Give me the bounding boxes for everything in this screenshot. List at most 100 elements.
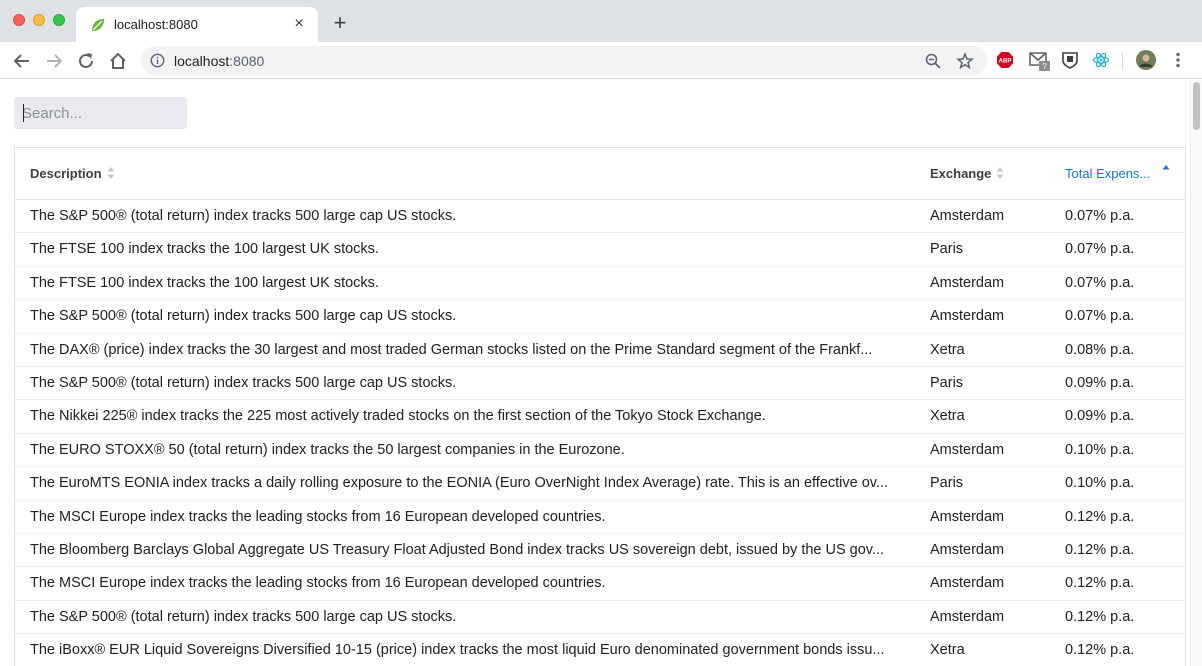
cell-total-expense-ratio: 0.08% p.a. (1065, 341, 1135, 358)
info-icon[interactable] (150, 53, 165, 68)
zoom-icon[interactable] (924, 52, 942, 70)
tab-title: localhost:8080 (114, 17, 198, 32)
table-row[interactable]: The Bloomberg Barclays Global Aggregate … (15, 534, 1185, 568)
table-row[interactable]: The MSCI Europe index tracks the leading… (15, 501, 1185, 534)
table-row[interactable]: The FTSE 100 index tracks the 100 larges… (15, 233, 1185, 267)
table-row[interactable]: The S&P 500® (total return) index tracks… (15, 200, 1185, 234)
cell-description: The EURO STOXX® 50 (total return) index … (30, 441, 625, 458)
url-text: localhost:8080 (174, 53, 264, 69)
cell-description: The S&P 500® (total return) index tracks… (30, 375, 457, 391)
cell-description: The DAX® (price) index tracks the 30 lar… (30, 341, 873, 358)
column-header-total-expense-ratio[interactable]: Total Expens... (1065, 166, 1150, 181)
table-row[interactable]: The S&P 500® (total return) index tracks… (15, 367, 1185, 401)
gmail-checker-icon[interactable]: ? (1029, 50, 1051, 72)
home-icon (110, 52, 126, 69)
bookmark-star-icon[interactable] (956, 52, 974, 70)
reload-button[interactable] (75, 50, 97, 72)
cell-exchange: Xetra (930, 642, 965, 659)
profile-avatar-icon[interactable] (1136, 50, 1156, 70)
cell-description: The S&P 500® (total return) index tracks… (30, 608, 457, 625)
table-row[interactable]: The S&P 500® (total return) index tracks… (15, 601, 1185, 635)
cell-description: The S&P 500® (total return) index tracks… (30, 208, 457, 224)
column-header-exchange[interactable]: Exchange (930, 166, 991, 181)
scrollbar-thumb[interactable] (1193, 82, 1200, 130)
cell-total-expense-ratio: 0.07% p.a. (1065, 308, 1135, 325)
cell-description: The Bloomberg Barclays Global Aggregate … (30, 542, 885, 558)
cell-exchange: Amsterdam (930, 542, 1005, 558)
sort-neutral-icon[interactable] (107, 166, 115, 180)
url-host: localhost (174, 53, 230, 69)
window-close-button[interactable] (13, 14, 25, 26)
window-maximize-button[interactable] (53, 14, 65, 26)
cell-total-expense-ratio: 0.07% p.a. (1065, 241, 1135, 258)
cell-description: The MSCI Europe index tracks the leading… (30, 575, 606, 592)
cell-total-expense-ratio: 0.12% p.a. (1065, 575, 1135, 592)
back-button[interactable] (11, 50, 33, 72)
tab-close-icon[interactable]: × (290, 15, 308, 33)
forward-button[interactable] (43, 50, 65, 72)
cell-total-expense-ratio: 0.09% p.a. (1065, 375, 1135, 391)
cell-exchange: Amsterdam (930, 208, 1005, 224)
new-tab-button[interactable]: + (330, 12, 350, 34)
cell-total-expense-ratio: 0.10% p.a. (1065, 441, 1135, 458)
column-header-description[interactable]: Description (30, 166, 102, 181)
tab-strip: localhost:8080 × + (0, 0, 1202, 42)
cell-description: The FTSE 100 index tracks the 100 larges… (30, 241, 379, 258)
url-port: :8080 (229, 53, 265, 69)
cell-exchange: Amsterdam (930, 308, 1005, 325)
cell-description: The Nikkei 225® index tracks the 225 mos… (30, 408, 766, 425)
sort-neutral-icon[interactable] (996, 166, 1004, 180)
toolbar-divider (1122, 52, 1123, 70)
cell-total-expense-ratio: 0.09% p.a. (1065, 408, 1135, 425)
table-header: Description Exchange Total Expens... (15, 148, 1185, 200)
table-row[interactable]: The EURO STOXX® 50 (total return) index … (15, 434, 1185, 468)
privacy-badger-icon[interactable] (1061, 51, 1079, 69)
table-row[interactable]: The EuroMTS EONIA index tracks a daily r… (15, 467, 1185, 501)
table-row[interactable]: The iBoxx® EUR Liquid Sovereigns Diversi… (15, 634, 1185, 666)
cell-description: The FTSE 100 index tracks the 100 larges… (30, 274, 379, 291)
cell-description: The MSCI Europe index tracks the leading… (30, 508, 606, 525)
table-row[interactable]: The Nikkei 225® index tracks the 225 mos… (15, 400, 1185, 434)
arrow-left-icon (13, 54, 29, 68)
arrow-right-icon (47, 54, 63, 68)
cell-exchange: Amsterdam (930, 508, 1005, 525)
cell-total-expense-ratio: 0.07% p.a. (1065, 274, 1135, 291)
cell-exchange: Xetra (930, 341, 965, 358)
table-row[interactable]: The MSCI Europe index tracks the leading… (15, 567, 1185, 601)
cell-description: The EuroMTS EONIA index tracks a daily r… (30, 475, 889, 492)
cell-total-expense-ratio: 0.12% p.a. (1065, 608, 1135, 625)
more-menu-icon[interactable] (1170, 51, 1186, 69)
text-caret (23, 104, 24, 122)
cell-description: The S&P 500® (total return) index tracks… (30, 308, 457, 325)
cell-total-expense-ratio: 0.12% p.a. (1065, 508, 1135, 525)
cell-exchange: Xetra (930, 408, 965, 425)
browser-tab[interactable]: localhost:8080 × (76, 7, 318, 42)
adblock-plus-icon[interactable]: ABP (996, 51, 1014, 69)
cell-total-expense-ratio: 0.10% p.a. (1065, 475, 1135, 492)
vertical-scrollbar[interactable] (1190, 80, 1202, 666)
sort-ascending-icon[interactable] (1162, 164, 1170, 178)
cell-exchange: Paris (930, 475, 964, 492)
browser-toolbar: localhost:8080 ABP ? (0, 42, 1202, 79)
react-devtools-icon[interactable] (1092, 51, 1110, 69)
table-row[interactable]: The S&P 500® (total return) index tracks… (15, 300, 1185, 334)
cell-total-expense-ratio: 0.07% p.a. (1065, 208, 1135, 224)
table-row[interactable]: The FTSE 100 index tracks the 100 larges… (15, 267, 1185, 301)
svg-text:?: ? (1042, 62, 1047, 71)
cell-exchange: Amsterdam (930, 441, 1005, 458)
home-button[interactable] (107, 50, 129, 72)
cell-exchange: Amsterdam (930, 575, 1005, 592)
cell-exchange: Amsterdam (930, 274, 1005, 291)
window-minimize-button[interactable] (33, 14, 45, 26)
browser-window: localhost:8080 × + localhost:8080 ABP ? … (0, 0, 1202, 666)
cell-total-expense-ratio: 0.12% p.a. (1065, 642, 1135, 659)
etf-table: Description Exchange Total Expens... The… (14, 147, 1186, 666)
spring-leaf-icon (92, 19, 104, 31)
search-input[interactable] (14, 97, 187, 129)
cell-total-expense-ratio: 0.12% p.a. (1065, 542, 1135, 558)
svg-text:ABP: ABP (999, 59, 1012, 65)
page-content: Description Exchange Total Expens... The… (0, 80, 1190, 666)
table-row[interactable]: The DAX® (price) index tracks the 30 lar… (15, 334, 1185, 367)
address-bar[interactable]: localhost:8080 (141, 46, 987, 75)
reload-icon (79, 53, 93, 68)
